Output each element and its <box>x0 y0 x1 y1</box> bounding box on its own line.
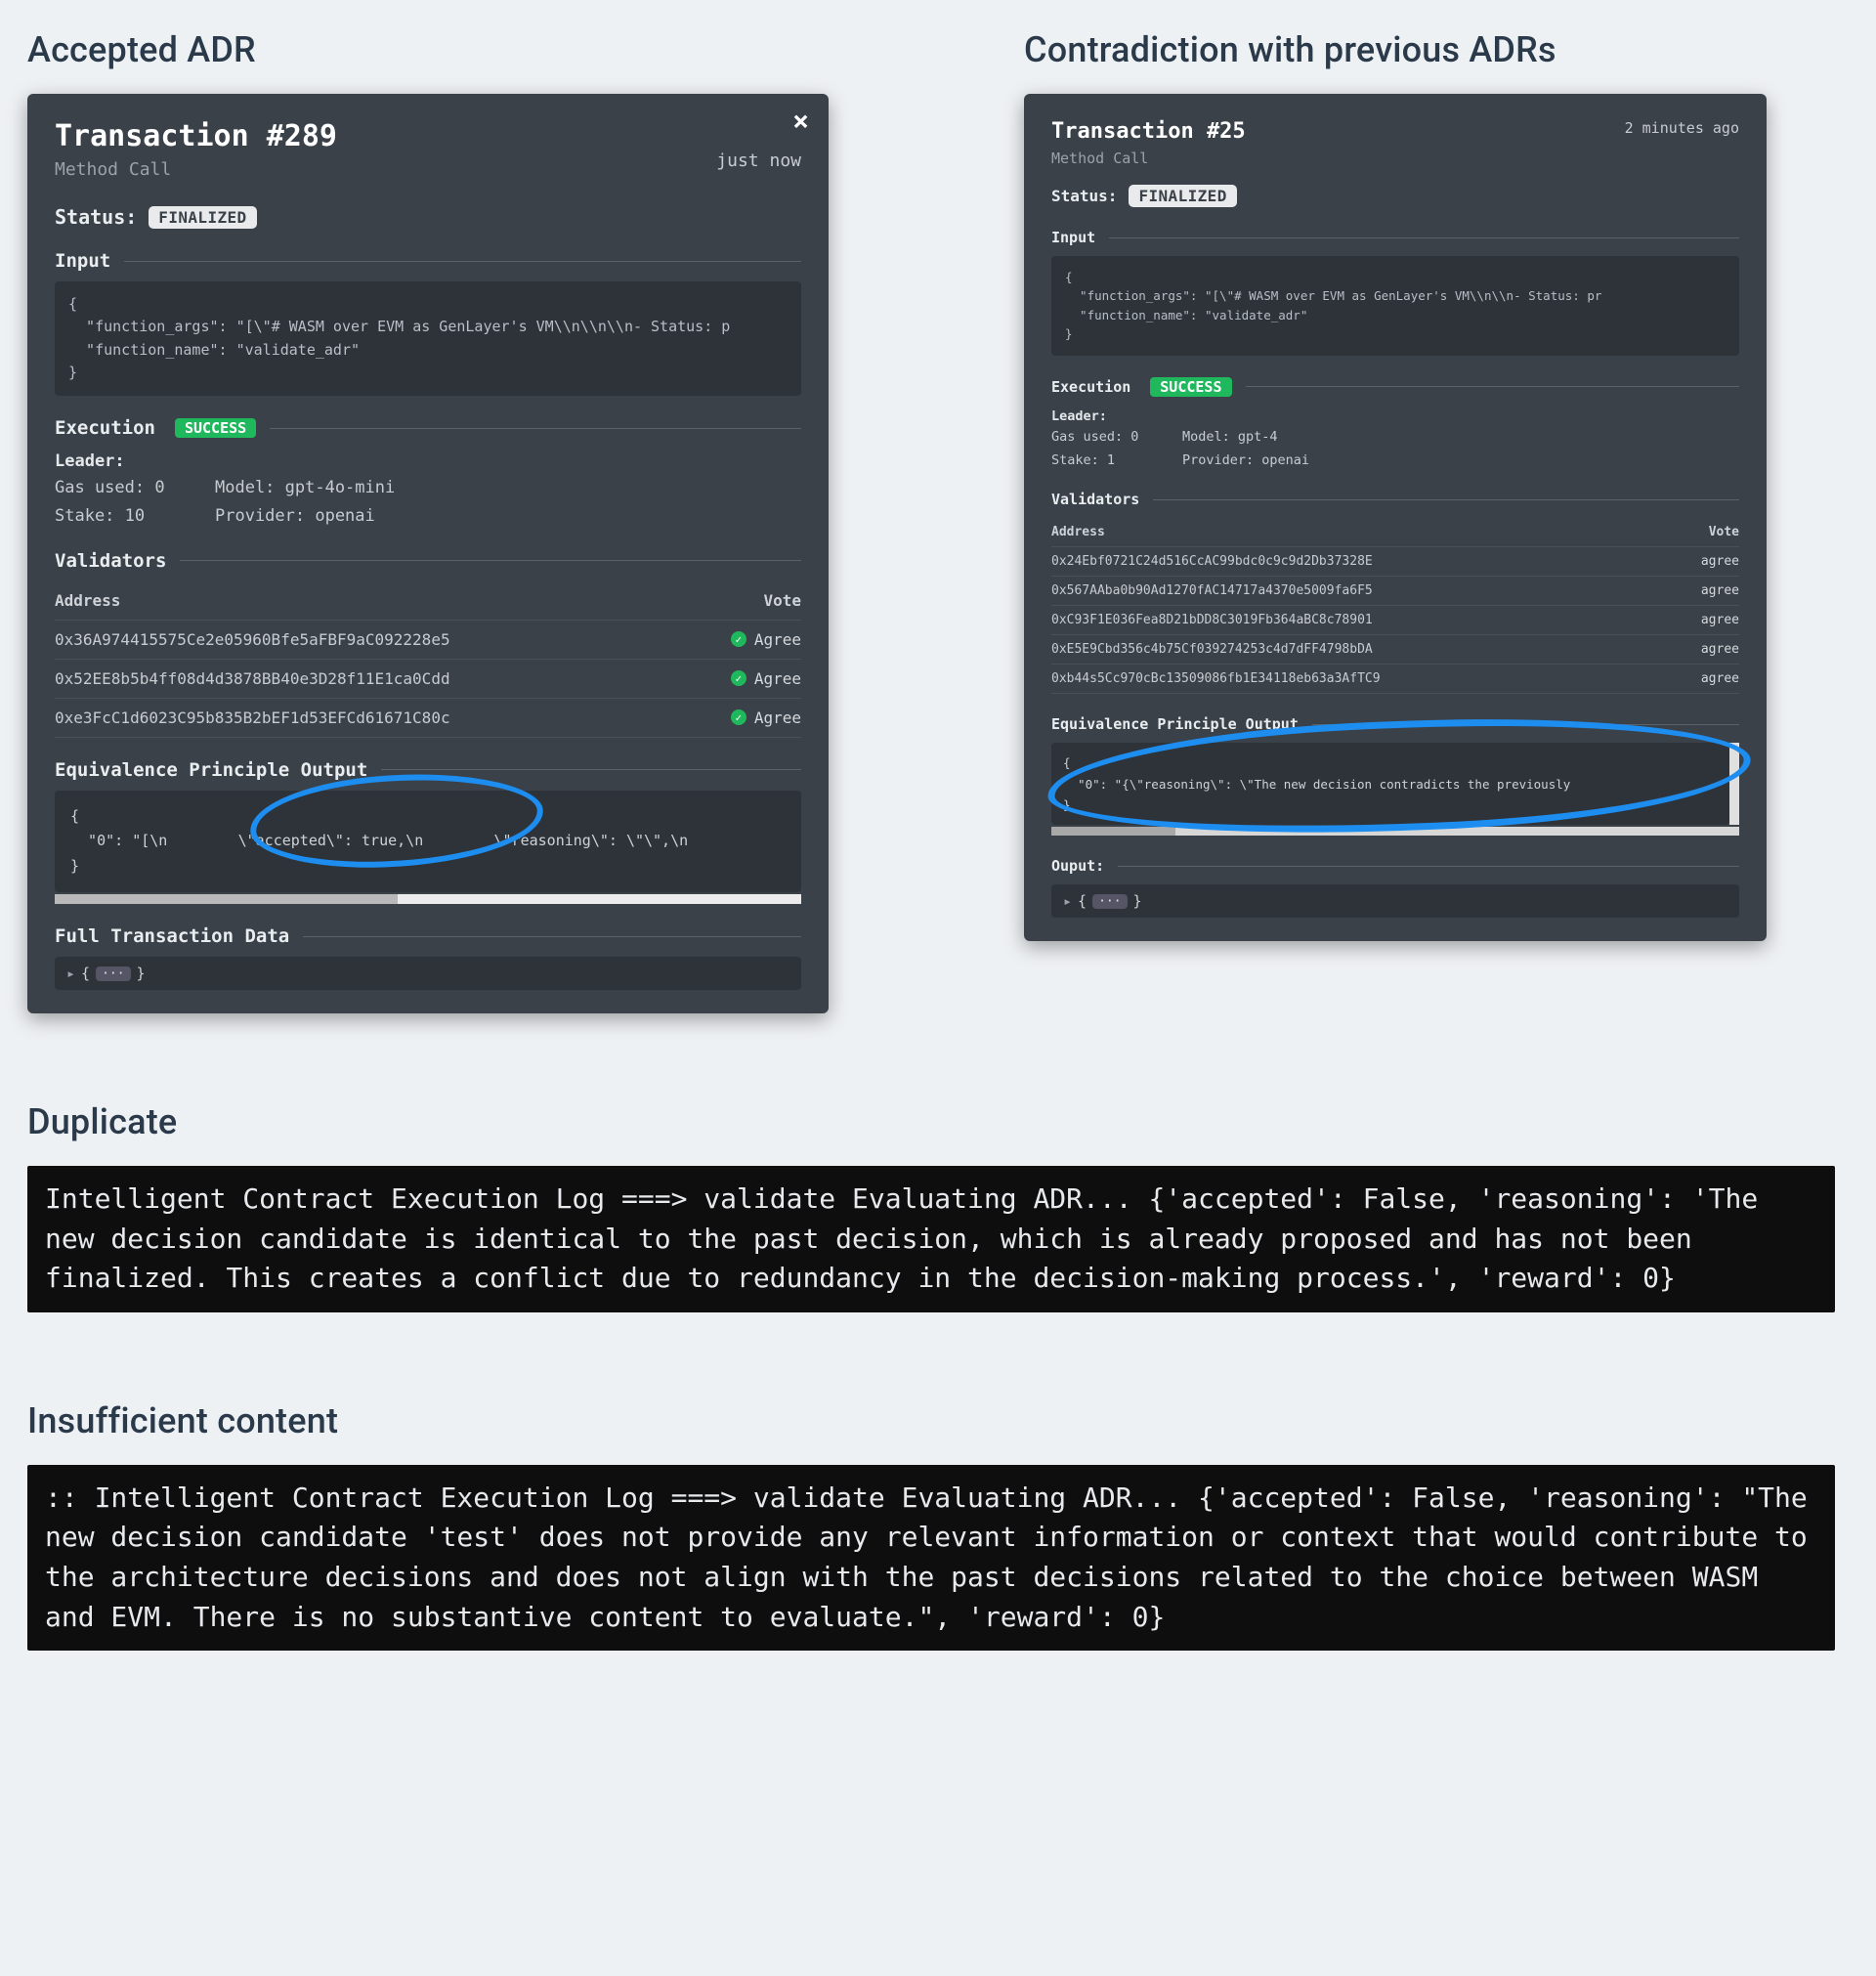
full-tx-data[interactable]: ▸ { ··· } <box>55 957 801 990</box>
status-label: Status: <box>55 205 137 229</box>
chevron-right-icon: ▸ <box>66 965 75 982</box>
transaction-card-right: 2 minutes ago Transaction #25 Method Cal… <box>1024 94 1767 941</box>
validator-row: 0xb44s5Cc970cBc13509086fb1E34118eb63a3Af… <box>1051 665 1739 694</box>
leader-block: Leader: Gas used: 0 Model: gpt-4o-mini S… <box>55 449 801 531</box>
section-title-insufficient: Insufficient content <box>27 1400 1849 1441</box>
input-code: { "function_args": "[\"# WASM over EVM a… <box>1051 256 1739 356</box>
input-heading: Input <box>1051 229 1739 246</box>
transaction-title: Transaction #289 <box>55 119 801 153</box>
section-title-contradiction: Contradiction with previous ADRs <box>1024 29 1767 70</box>
execution-status-badge: SUCCESS <box>1150 377 1231 397</box>
status-badge: FINALIZED <box>149 206 256 229</box>
model: Model: gpt-4o-mini <box>215 475 801 501</box>
check-icon <box>731 709 746 725</box>
input-heading: Input <box>55 250 801 272</box>
check-icon <box>731 670 746 686</box>
section-title-accepted: Accepted ADR <box>27 29 829 70</box>
input-code: { "function_args": "[\"# WASM over EVM a… <box>55 281 801 396</box>
execution-status-badge: SUCCESS <box>175 418 256 438</box>
console-log-insufficient: :: Intelligent Contract Execution Log ==… <box>27 1465 1835 1651</box>
model: Model: gpt-4 <box>1182 427 1739 449</box>
col-vote: Vote <box>1709 525 1739 539</box>
ep-output-code: { "0": "[\n \"accepted\": true,\n \"reas… <box>55 791 801 893</box>
ep-output-code: { "0": "{\"reasoning\": \"The new decisi… <box>1051 743 1729 825</box>
transaction-subtitle: Method Call <box>1051 150 1739 167</box>
validators-heading: Validators <box>55 550 801 572</box>
check-icon <box>731 631 746 647</box>
stake: Stake: 10 <box>55 503 192 530</box>
close-icon[interactable]: × <box>792 107 809 135</box>
timestamp: 2 minutes ago <box>1625 119 1739 137</box>
leader-heading: Leader: <box>1051 407 1739 428</box>
console-log-duplicate: Intelligent Contract Execution Log ===> … <box>27 1166 1835 1312</box>
chevron-right-icon: ▸ <box>1063 892 1072 910</box>
ellipsis-icon: ··· <box>96 967 130 981</box>
validator-row: 0x52EE8b5b4ff08d4d3878BB40e3D28f11E1ca0C… <box>55 660 801 699</box>
gas-used: Gas used: 0 <box>55 475 192 501</box>
validator-row: 0xC93F1E036Fea8D21bDD8C3019Fb364aBC8c789… <box>1051 606 1739 635</box>
ellipsis-icon: ··· <box>1092 894 1127 909</box>
execution-heading: Execution SUCCESS <box>55 417 801 439</box>
ep-output-heading: Equivalence Principle Output <box>55 759 801 781</box>
col-address: Address <box>55 591 120 610</box>
ep-output-heading: Equivalence Principle Output <box>1051 715 1739 733</box>
timestamp: just now <box>716 150 801 171</box>
leader-heading: Leader: <box>55 449 801 475</box>
validator-row: 0x567AAba0b90Ad1270fAC14717a4370e5009fa6… <box>1051 577 1739 606</box>
output-data[interactable]: ▸ { ··· } <box>1051 884 1739 918</box>
stake: Stake: 1 <box>1051 451 1159 472</box>
col-vote: Vote <box>763 591 801 610</box>
gas-used: Gas used: 0 <box>1051 427 1159 449</box>
validators-heading: Validators <box>1051 491 1739 508</box>
status-badge: FINALIZED <box>1129 185 1236 207</box>
scrollbar-horizontal[interactable] <box>1051 827 1739 836</box>
provider: Provider: openai <box>215 503 801 530</box>
scrollbar-vertical[interactable] <box>1729 743 1739 825</box>
validator-row: 0x24Ebf0721C24d516CcAC99bdc0c9c9d2Db3732… <box>1051 547 1739 577</box>
col-address: Address <box>1051 525 1105 539</box>
validator-row: 0xE5E9Cbd356c4b75Cf039274253c4d7dFF4798b… <box>1051 635 1739 665</box>
validators-table: Address Vote 0x24Ebf0721C24d516CcAC99bdc… <box>1051 518 1739 694</box>
leader-block: Leader: Gas used: 0 Model: gpt-4 Stake: … <box>1051 407 1739 472</box>
validator-row: 0xe3FcC1d6023C95b835B2bEF1d53EFCd61671C8… <box>55 699 801 738</box>
validators-table: Address Vote 0x36A974415575Ce2e05960Bfe5… <box>55 581 801 738</box>
full-tx-heading: Full Transaction Data <box>55 925 801 947</box>
status-label: Status: <box>1051 187 1117 205</box>
section-title-duplicate: Duplicate <box>27 1101 1849 1142</box>
output-heading: Ouput: <box>1051 857 1739 875</box>
provider: Provider: openai <box>1182 451 1739 472</box>
validator-row: 0x36A974415575Ce2e05960Bfe5aFBF9aC092228… <box>55 621 801 660</box>
transaction-card-left: × just now Transaction #289 Method Call … <box>27 94 829 1013</box>
scrollbar-horizontal[interactable] <box>55 894 801 904</box>
transaction-subtitle: Method Call <box>55 159 801 180</box>
execution-heading: Execution SUCCESS <box>1051 377 1739 397</box>
